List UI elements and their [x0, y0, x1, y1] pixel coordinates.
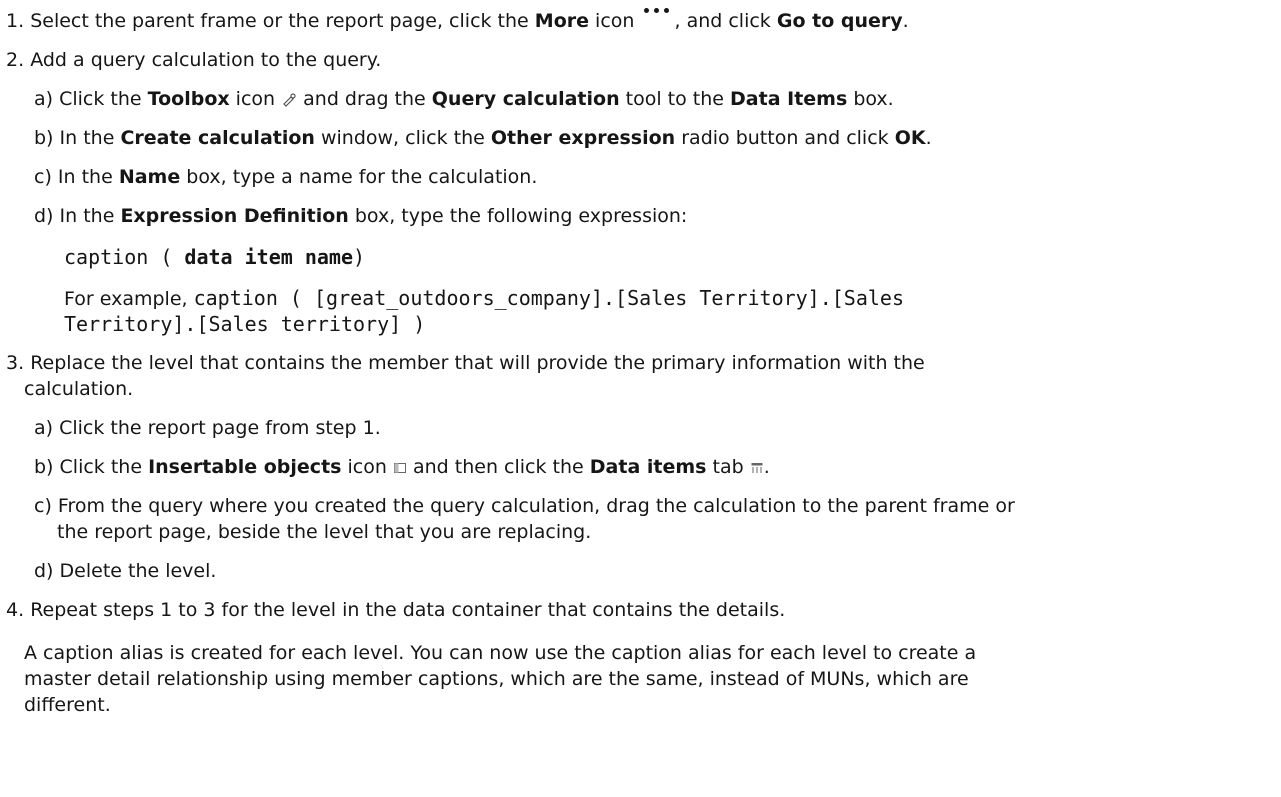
step-text: icon [341, 456, 393, 478]
substep-2d: d) In the Expression Definition box, typ… [34, 203, 687, 229]
step-text: box, type the following expression: [348, 205, 688, 227]
substep-2b: b) In the Create calculation window, cli… [34, 125, 932, 151]
code-text: caption ( [64, 245, 173, 269]
substep-3b: b) Click the Insertable objects icon and… [34, 454, 770, 480]
step-number: 1. [6, 10, 25, 32]
substep-label: c) [34, 166, 52, 188]
substep-label: a) [34, 417, 54, 439]
step-text: In the [59, 205, 121, 227]
step-text: Click the report page from step 1. [59, 417, 381, 439]
ui-term: Expression Definition [120, 205, 349, 227]
substep-label: b) [34, 456, 54, 478]
ui-term: OK [894, 127, 926, 149]
example-line-2: Territory].[Sales territory] ) [64, 311, 425, 337]
result-text: A caption alias is created for each leve… [24, 642, 977, 664]
step-3-cont: calculation. [24, 376, 133, 402]
substep-2a: a) Click the Toolbox icon and drag the Q… [34, 86, 894, 112]
step-text: the report page, beside the level that y… [57, 521, 592, 543]
ui-term: Other expression [490, 127, 676, 149]
step-text: icon [229, 88, 282, 110]
ui-term: Name [118, 166, 181, 188]
ui-term: Query calculation [431, 88, 620, 110]
step-text: and drag the [297, 88, 432, 110]
example-line-1: For example, caption ( [great_outdoors_c… [64, 285, 904, 312]
step-text: window, click the [314, 127, 491, 149]
ui-term: Go to query [776, 10, 903, 32]
step-number: 2. [6, 49, 25, 71]
step-text: . [763, 456, 770, 478]
toolbox-icon [281, 92, 297, 108]
ui-term: More [534, 10, 589, 32]
step-text: Add a query calculation to the query. [30, 49, 382, 71]
step-text: Select the parent frame or the report pa… [30, 10, 535, 32]
ui-term: Toolbox [147, 88, 230, 110]
step-text: Click the [59, 456, 149, 478]
step-text: Delete the level. [59, 560, 217, 582]
substep-label: b) [34, 127, 54, 149]
step-text: icon [589, 10, 641, 32]
result-text: master detail relationship using member … [24, 668, 969, 690]
step-text: Click the [59, 88, 148, 110]
example-code: caption ( [great_outdoors_company].[Sale… [193, 286, 905, 310]
step-text: calculation. [24, 378, 134, 400]
ui-term: Insertable objects [148, 456, 342, 478]
substep-3d: d) Delete the level. [34, 558, 216, 584]
result-text: different. [24, 694, 111, 716]
ui-term: Data items [589, 456, 707, 478]
substep-label: c) [34, 495, 52, 517]
step-text: . [925, 127, 932, 149]
result-para-3: different. [24, 692, 111, 718]
step-text: box. [847, 88, 894, 110]
step-text: Repeat steps 1 to 3 for the level in the… [30, 599, 786, 621]
substep-label: d) [34, 560, 54, 582]
step-text: box, type a name for the calculation. [180, 166, 538, 188]
step-text: tool to the [619, 88, 731, 110]
substep-2c: c) In the Name box, type a name for the … [34, 164, 537, 190]
result-para-1: A caption alias is created for each leve… [24, 640, 976, 666]
step-2: 2. Add a query calculation to the query. [6, 47, 381, 73]
insertable-objects-icon [393, 461, 407, 475]
step-number: 3. [6, 352, 25, 374]
step-text: Replace the level that contains the memb… [30, 352, 925, 374]
step-text: and then click the [406, 456, 590, 478]
example-label: For example, [64, 288, 194, 310]
data-items-tab-icon [750, 461, 764, 475]
step-text: radio button and click [675, 127, 895, 149]
ui-term: Create calculation [120, 127, 315, 149]
more-icon [640, 6, 674, 20]
step-text: In the [59, 127, 121, 149]
substep-label: a) [34, 88, 54, 110]
step-text: . [902, 10, 909, 32]
step-text: , and click [674, 10, 777, 32]
code-text: ) [353, 245, 366, 269]
substep-label: d) [34, 205, 54, 227]
substep-3c: c) From the query where you created the … [34, 493, 1015, 519]
step-text: In the [57, 166, 119, 188]
substep-3c-cont: the report page, beside the level that y… [57, 519, 591, 545]
ui-term: Data Items [730, 88, 848, 110]
step-text: tab [706, 456, 750, 478]
step-3: 3. Replace the level that contains the m… [6, 350, 925, 376]
step-number: 4. [6, 599, 25, 621]
step-text: From the query where you created the que… [57, 495, 1015, 517]
step-4: 4. Repeat steps 1 to 3 for the level in … [6, 597, 785, 623]
step-1: 1. Select the parent frame or the report… [6, 8, 909, 34]
expression-code: caption ( data item name) [64, 244, 365, 270]
code-placeholder: data item name [184, 245, 353, 269]
substep-3a: a) Click the report page from step 1. [34, 415, 381, 441]
result-para-2: master detail relationship using member … [24, 666, 969, 692]
example-code: Territory].[Sales territory] ) [64, 312, 426, 336]
